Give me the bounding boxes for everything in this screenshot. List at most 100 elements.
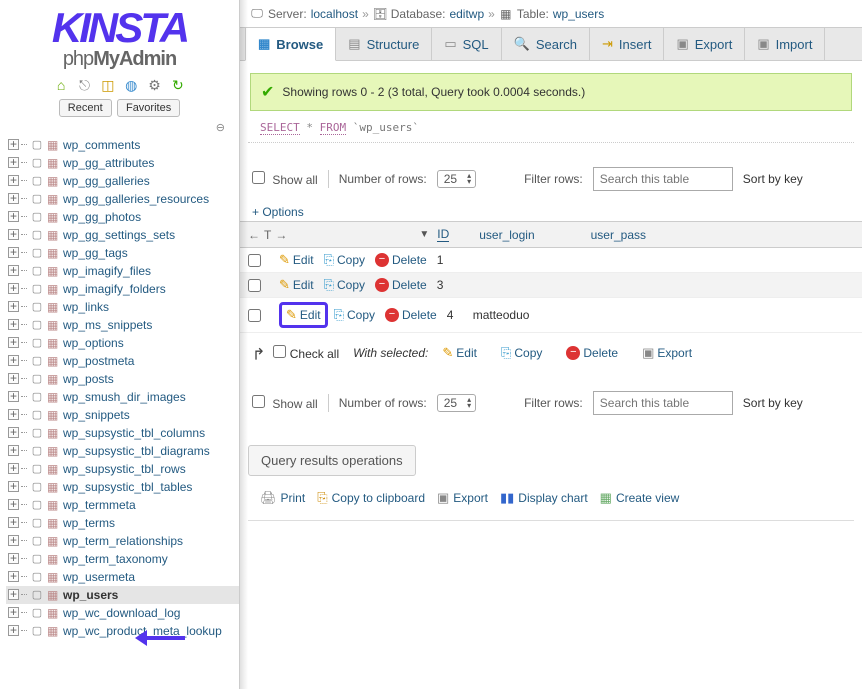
expand-icon[interactable]: + [8, 265, 19, 276]
tab-browse[interactable]: ▦Browse [245, 28, 336, 61]
expand-icon[interactable]: + [8, 229, 19, 240]
new-window-icon[interactable]: ▢ [30, 318, 44, 332]
expand-icon[interactable]: + [8, 463, 19, 474]
home-icon[interactable]: ⌂ [53, 77, 69, 93]
bc-db-link[interactable]: editwp [449, 7, 484, 21]
expand-icon[interactable]: + [8, 445, 19, 456]
settings-icon[interactable]: ⚙ [147, 77, 163, 93]
expand-icon[interactable]: + [8, 139, 19, 150]
expand-icon[interactable]: + [8, 589, 19, 600]
recent-button[interactable]: Recent [59, 99, 112, 117]
row-delete[interactable]: −Delete [375, 278, 427, 292]
filter-input-bottom[interactable] [593, 391, 733, 415]
row-delete[interactable]: −Delete [375, 253, 427, 267]
new-window-icon[interactable]: ▢ [30, 264, 44, 278]
new-window-icon[interactable]: ▢ [30, 372, 44, 386]
qro-view[interactable]: ▦Create view [600, 490, 680, 506]
row-edit[interactable]: ✎Edit [279, 252, 314, 268]
expand-icon[interactable]: + [8, 337, 19, 348]
expand-icon[interactable]: + [8, 373, 19, 384]
row-checkbox[interactable] [248, 254, 261, 267]
expand-icon[interactable]: + [8, 481, 19, 492]
table-tree-item[interactable]: +▢▦wp_terms [6, 514, 239, 532]
row-checkbox[interactable] [248, 279, 261, 292]
new-window-icon[interactable]: ▢ [30, 408, 44, 422]
table-tree-item[interactable]: +▢▦wp_gg_galleries_resources [6, 190, 239, 208]
expand-icon[interactable]: + [8, 553, 19, 564]
table-tree-item[interactable]: +▢▦wp_termmeta [6, 496, 239, 514]
bc-table-link[interactable]: wp_users [553, 7, 604, 21]
rows-select-bottom[interactable]: 25▴▾ [437, 394, 476, 412]
expand-icon[interactable]: + [8, 535, 19, 546]
col-userpass[interactable]: user_pass [591, 228, 646, 242]
table-tree-item[interactable]: +▢▦wp_gg_photos [6, 208, 239, 226]
new-window-icon[interactable]: ▢ [30, 228, 44, 242]
expand-icon[interactable]: + [8, 625, 19, 636]
table-tree-item[interactable]: +▢▦wp_gg_tags [6, 244, 239, 262]
table-tree-item[interactable]: +▢▦wp_gg_galleries [6, 172, 239, 190]
table-tree-item[interactable]: +▢▦wp_term_taxonomy [6, 550, 239, 568]
col-userlogin[interactable]: user_login [479, 228, 534, 242]
expand-icon[interactable]: + [8, 571, 19, 582]
bulk-edit[interactable]: ✎Edit [442, 345, 477, 361]
row-checkbox[interactable] [248, 309, 261, 322]
new-window-icon[interactable]: ▢ [30, 210, 44, 224]
table-tree-item[interactable]: +▢▦wp_gg_attributes [6, 154, 239, 172]
table-tree-item[interactable]: +▢▦wp_options [6, 334, 239, 352]
expand-icon[interactable]: + [8, 355, 19, 366]
navpanel-icon[interactable]: ◍ [123, 77, 139, 93]
new-window-icon[interactable]: ▢ [30, 462, 44, 476]
docs-icon[interactable]: ◫ [100, 77, 116, 93]
qro-clipboard[interactable]: ⎘Copy to clipboard [317, 490, 425, 506]
new-window-icon[interactable]: ▢ [30, 606, 44, 620]
expand-icon[interactable]: + [8, 175, 19, 186]
expand-icon[interactable]: + [8, 247, 19, 258]
table-tree-item[interactable]: +▢▦wp_term_relationships [6, 532, 239, 550]
new-window-icon[interactable]: ▢ [30, 300, 44, 314]
new-window-icon[interactable]: ▢ [30, 282, 44, 296]
new-window-icon[interactable]: ▢ [30, 138, 44, 152]
bulk-delete[interactable]: −Delete [566, 346, 618, 360]
showall-checkbox-bottom[interactable]: Show all [252, 395, 318, 411]
bulk-copy[interactable]: ⎘Copy [501, 345, 542, 361]
expand-icon[interactable]: + [8, 607, 19, 618]
table-tree-item[interactable]: +▢▦wp_supsystic_tbl_columns [6, 424, 239, 442]
tab-structure[interactable]: ▤Structure [335, 28, 432, 60]
table-tree-item[interactable]: +▢▦wp_postmeta [6, 352, 239, 370]
col-id[interactable]: ID [437, 227, 449, 242]
new-window-icon[interactable]: ▢ [30, 480, 44, 494]
expand-icon[interactable]: + [8, 499, 19, 510]
qro-print[interactable]: 🖨Print [260, 490, 305, 506]
table-tree-item[interactable]: +▢▦wp_smush_dir_images [6, 388, 239, 406]
new-window-icon[interactable]: ▢ [30, 246, 44, 260]
row-delete[interactable]: −Delete [385, 308, 437, 322]
expand-icon[interactable]: + [8, 301, 19, 312]
new-window-icon[interactable]: ▢ [30, 354, 44, 368]
table-tree-item[interactable]: +▢▦wp_imagify_folders [6, 280, 239, 298]
qro-chart[interactable]: ▮▮Display chart [500, 490, 588, 506]
tab-sql[interactable]: ▭SQL [431, 28, 501, 60]
expand-icon[interactable]: + [8, 157, 19, 168]
bc-server-link[interactable]: localhost [311, 7, 358, 21]
qro-export[interactable]: ▣Export [437, 490, 488, 506]
new-window-icon[interactable]: ▢ [30, 390, 44, 404]
table-tree-item[interactable]: +▢▦wp_supsystic_tbl_diagrams [6, 442, 239, 460]
table-tree-item[interactable]: +▢▦wp_snippets [6, 406, 239, 424]
table-tree-item[interactable]: +▢▦wp_supsystic_tbl_tables [6, 478, 239, 496]
new-window-icon[interactable]: ▢ [30, 192, 44, 206]
table-tree-item[interactable]: +▢▦wp_wc_download_log [6, 604, 239, 622]
expand-icon[interactable]: + [8, 427, 19, 438]
row-copy[interactable]: ⎘Copy [334, 307, 375, 323]
collapse-icon[interactable]: ⊖ [0, 121, 239, 136]
expand-icon[interactable]: + [8, 391, 19, 402]
table-tree-item[interactable]: +▢▦wp_supsystic_tbl_rows [6, 460, 239, 478]
table-tree-item[interactable]: +▢▦wp_gg_settings_sets [6, 226, 239, 244]
options-link[interactable]: + Options [240, 205, 862, 219]
showall-checkbox[interactable]: Show all [252, 171, 318, 187]
tab-search[interactable]: 🔍Search [501, 28, 590, 60]
new-window-icon[interactable]: ▢ [30, 588, 44, 602]
bulk-export[interactable]: ▣Export [642, 345, 692, 361]
expand-icon[interactable]: + [8, 211, 19, 222]
new-window-icon[interactable]: ▢ [30, 516, 44, 530]
table-tree-item[interactable]: +▢▦wp_imagify_files [6, 262, 239, 280]
